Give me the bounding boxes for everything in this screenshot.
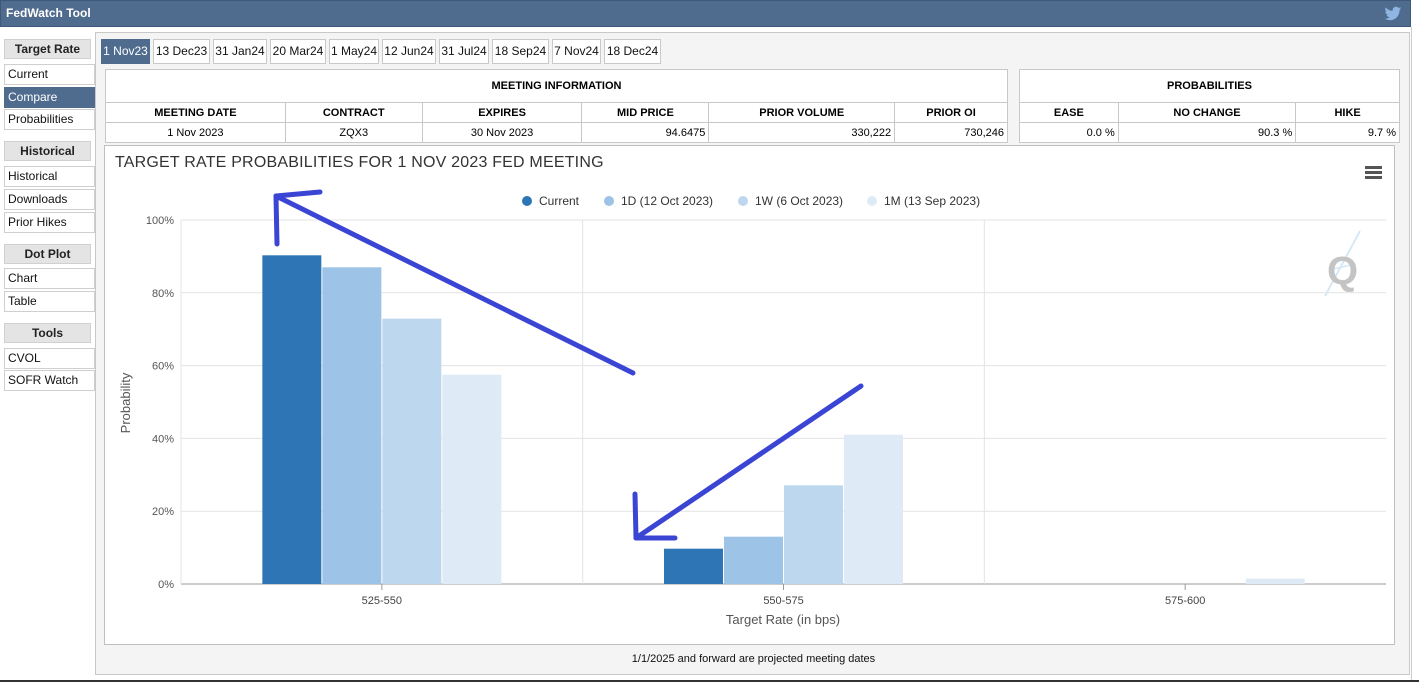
x-tick-label: 550-575 — [763, 595, 803, 607]
bar[interactable] — [382, 318, 442, 584]
col-hike: HIKE — [1295, 102, 1400, 123]
bar[interactable] — [784, 485, 843, 584]
bar-chart: 0%20%40%60%80%100%525-550 550-575 575-600 … — [118, 189, 1386, 627]
svg-text:Q: Q — [1327, 249, 1358, 293]
sidebar-item-downloads[interactable]: Downloads — [4, 189, 95, 210]
chart-bars — [262, 255, 1305, 585]
y-tick-label: 40% — [152, 433, 174, 445]
tab-13-dec23[interactable]: 13 Dec23 — [153, 39, 210, 64]
q-logo-icon: Q — [1324, 230, 1361, 297]
y-axis-label: Probability — [118, 372, 133, 433]
cell-expires: 30 Nov 2023 — [421, 122, 583, 143]
main-panel: 1 Nov23 13 Dec23 31 Jan24 20 Mar24 1 May… — [95, 32, 1410, 675]
app-title: FedWatch Tool — [6, 6, 91, 20]
sidebar-heading-tools: Tools — [4, 323, 91, 343]
cell-mid-price: 94.6475 — [581, 122, 710, 143]
footer-note: 1/1/2025 and forward are projected meeti… — [631, 653, 876, 665]
col-no-change: NO CHANGE — [1117, 102, 1297, 123]
tab-18-sep24[interactable]: 18 Sep24 — [492, 39, 549, 64]
y-tick-label: 60% — [152, 361, 174, 373]
sidebar-heading-target-rate: Target Rate — [4, 39, 91, 59]
meeting-info-heading: MEETING INFORMATION — [105, 69, 1008, 103]
sidebar-item-current[interactable]: Current — [4, 64, 95, 85]
y-tick-label: 100% — [146, 215, 174, 227]
meeting-info-table: MEETING INFORMATION MEETING DATE CONTRAC… — [105, 69, 1008, 143]
col-contract: CONTRACT — [284, 102, 423, 123]
sidebar-item-compare[interactable]: Compare — [4, 87, 95, 108]
tab-31-jan24[interactable]: 31 Jan24 — [213, 39, 267, 64]
bar[interactable] — [664, 548, 723, 584]
y-tick-label: 20% — [152, 506, 174, 518]
tab-1-may24[interactable]: 1 May24 — [329, 39, 379, 64]
frame-edge — [1411, 27, 1412, 680]
cell-hike: 9.7 % — [1295, 122, 1400, 143]
cell-contract: ZQX3 — [284, 122, 423, 143]
y-tick-label: 0% — [158, 579, 174, 591]
tab-1-nov23[interactable]: 1 Nov23 — [101, 39, 150, 64]
col-ease: EASE — [1019, 102, 1119, 123]
bar[interactable] — [262, 255, 322, 585]
x-axis-label: Target Rate (in bps) — [726, 612, 840, 627]
sidebar-item-historical[interactable]: Historical — [4, 166, 95, 187]
y-tick-label: 80% — [152, 288, 174, 300]
twitter-icon[interactable] — [1384, 5, 1402, 23]
bar[interactable] — [1245, 578, 1305, 584]
x-tick-label: 575-600 — [1165, 595, 1205, 607]
app-title-bar: FedWatch Tool — [0, 0, 1411, 27]
table-row: 0.0 % 90.3 % 9.7 % — [1019, 122, 1400, 143]
col-meeting-date: MEETING DATE — [105, 102, 286, 123]
col-expires: EXPIRES — [421, 102, 583, 123]
bar[interactable] — [322, 267, 382, 584]
cell-meeting-date: 1 Nov 2023 — [105, 122, 286, 143]
probabilities-heading: PROBABILITIES — [1019, 69, 1400, 103]
tab-18-dec24[interactable]: 18 Dec24 — [604, 39, 661, 64]
col-prior-oi: PRIOR OI — [894, 102, 1008, 123]
probabilities-table: PROBABILITIES EASE NO CHANGE HIKE 0.0 % … — [1019, 69, 1400, 143]
cell-ease: 0.0 % — [1019, 122, 1119, 143]
tab-12-jun24[interactable]: 12 Jun24 — [382, 39, 436, 64]
x-tick-label: 525-550 — [362, 595, 402, 607]
sidebar-item-chart[interactable]: Chart — [4, 268, 95, 289]
tab-7-nov24[interactable]: 7 Nov24 — [552, 39, 601, 64]
chart-container: TARGET RATE PROBABILITIES FOR 1 NOV 2023… — [104, 145, 1395, 645]
tab-20-mar24[interactable]: 20 Mar24 — [270, 39, 326, 64]
sidebar-item-sofr-watch[interactable]: SOFR Watch — [4, 370, 95, 391]
cell-prior-oi: 730,246 — [894, 122, 1008, 143]
sidebar-item-table[interactable]: Table — [4, 291, 95, 312]
window-bottom-edge — [0, 680, 1419, 686]
cell-no-change: 90.3 % — [1117, 122, 1297, 143]
cell-prior-volume: 330,222 — [708, 122, 896, 143]
col-mid-price: MID PRICE — [581, 102, 710, 123]
sidebar-item-prior-hikes[interactable]: Prior Hikes — [4, 212, 95, 233]
col-prior-volume: PRIOR VOLUME — [708, 102, 896, 123]
bar[interactable] — [442, 374, 502, 584]
bar[interactable] — [844, 434, 903, 584]
sidebar-heading-historical: Historical — [4, 141, 91, 161]
bar[interactable] — [724, 536, 783, 584]
tab-31-jul24[interactable]: 31 Jul24 — [439, 39, 489, 64]
sidebar-item-probabilities[interactable]: Probabilities — [4, 109, 95, 130]
sidebar-heading-dot-plot: Dot Plot — [4, 244, 91, 264]
table-row: 1 Nov 2023 ZQX3 30 Nov 2023 94.6475 330,… — [105, 122, 1008, 143]
sidebar-item-cvol[interactable]: CVOL — [4, 348, 95, 369]
